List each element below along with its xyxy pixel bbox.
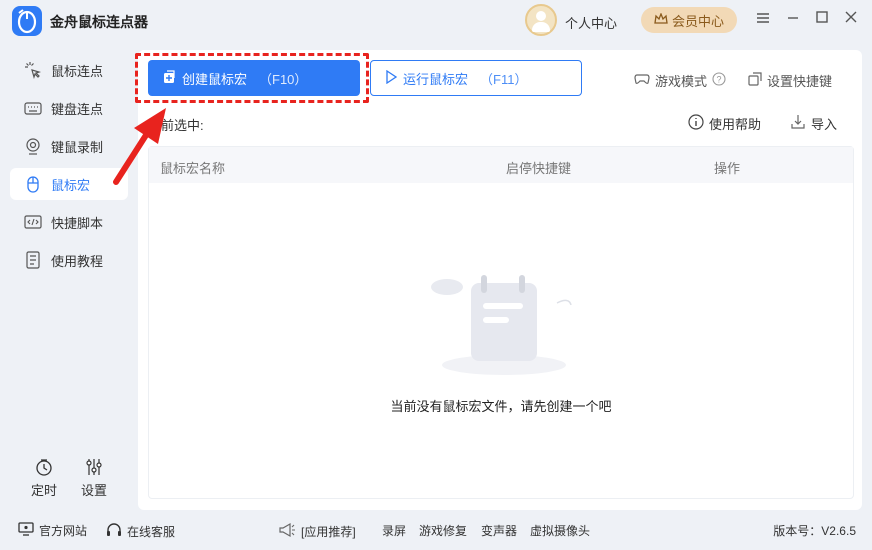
menu-icon[interactable]: [753, 10, 773, 30]
footer-link-voice-changer[interactable]: 变声器: [481, 522, 517, 539]
run-macro-hotkey: （F11）: [480, 71, 528, 87]
minimize-icon[interactable]: [783, 10, 803, 30]
footer: 官方网站 在线客服 [应用推荐] 录屏 游戏修复 变声器 虚拟摄像头 版本号：V…: [0, 510, 872, 550]
sidebar-item-label: 快捷脚本: [51, 215, 104, 231]
headset-icon: [106, 522, 122, 541]
app-logo-icon: [12, 6, 42, 36]
version-label: 版本号：V2.6.5: [773, 524, 856, 538]
red-arrow-icon: [113, 108, 166, 185]
app-recommend: [应用推荐]: [278, 522, 356, 541]
import-button[interactable]: 导入: [790, 114, 837, 133]
support-link[interactable]: 在线客服: [106, 522, 175, 541]
help-circle-icon[interactable]: ?: [712, 72, 726, 89]
settings-sliders-icon: [85, 458, 103, 476]
column-header-actions: 操作: [714, 161, 741, 176]
mouse-click-icon: [24, 61, 42, 80]
import-icon: [790, 114, 806, 133]
sidebar-item-label: 鼠标宏: [51, 177, 91, 193]
timer-button[interactable]: 定时: [24, 458, 64, 499]
footer-link-virtual-camera[interactable]: 虚拟摄像头: [530, 522, 590, 539]
megaphone-icon: [278, 522, 296, 541]
vip-center-label: 会员中心: [671, 13, 724, 29]
sidebar-item-label: 鼠标连点: [51, 63, 104, 79]
website-link[interactable]: 官方网站: [18, 522, 87, 539]
empty-state-text: 当前没有鼠标宏文件，请先创建一个吧: [390, 399, 612, 414]
timer-label: 定时: [30, 483, 57, 498]
tutorial-icon: [24, 251, 42, 269]
gamepad-icon: [634, 72, 650, 89]
sidebar-item-script[interactable]: 快捷脚本: [10, 206, 128, 238]
macro-table: 鼠标宏名称 启停快捷键 操作 当前没有鼠标宏文件，请先创建一个吧: [148, 146, 854, 499]
code-icon: [24, 213, 42, 231]
column-header-hotkey: 启停快捷键: [506, 161, 572, 176]
main-panel: 创建鼠标宏 （F10） 运行鼠标宏 （F11） 游戏模式 ? 设置快捷键 当前选…: [138, 50, 862, 510]
support-label: 在线客服: [127, 525, 176, 539]
app-title: 金舟鼠标连点器: [50, 14, 148, 30]
sidebar-item-label: 键盘连点: [51, 101, 104, 117]
set-hotkey-label: 设置快捷键: [767, 74, 833, 89]
hotkey-settings-icon: [748, 72, 762, 89]
maximize-icon[interactable]: [812, 10, 832, 30]
avatar[interactable]: [525, 4, 557, 36]
footer-link-game-repair[interactable]: 游戏修复: [419, 522, 467, 539]
settings-button[interactable]: 设置: [74, 458, 114, 499]
website-label: 官方网站: [39, 524, 88, 538]
game-mode-label: 游戏模式: [655, 74, 708, 89]
mouse-icon: [24, 175, 42, 193]
empty-clipboard-icon: [429, 267, 579, 377]
crown-icon: [654, 11, 668, 28]
clock-icon: [35, 458, 53, 476]
highlight-box: [135, 53, 369, 103]
sidebar-item-tutorial[interactable]: 使用教程: [10, 244, 128, 276]
footer-link-screen-record[interactable]: 录屏: [382, 522, 406, 539]
sidebar-item-label: 键鼠录制: [51, 139, 104, 155]
help-link[interactable]: 使用帮助: [688, 114, 761, 133]
title-bar: 金舟鼠标连点器 个人中心 会员中心: [0, 0, 872, 42]
close-icon[interactable]: [841, 10, 861, 30]
play-icon: [385, 69, 398, 87]
run-macro-label: 运行鼠标宏: [403, 71, 469, 87]
info-icon: [688, 114, 704, 133]
settings-label: 设置: [80, 483, 107, 498]
keyboard-icon: [24, 99, 42, 117]
record-icon: [24, 137, 42, 155]
monitor-icon: [18, 522, 34, 539]
sidebar-item-mouse-click[interactable]: 鼠标连点: [10, 54, 128, 86]
sidebar-item-label: 使用教程: [51, 253, 104, 269]
personal-center-link[interactable]: 个人中心: [565, 13, 617, 32]
set-hotkey-button[interactable]: 设置快捷键: [748, 71, 832, 90]
import-label: 导入: [811, 117, 838, 132]
run-macro-button[interactable]: 运行鼠标宏 （F11）: [370, 60, 582, 96]
help-label: 使用帮助: [709, 117, 762, 132]
table-header: 鼠标宏名称 启停快捷键 操作: [149, 147, 853, 183]
app-recommend-label: [应用推荐]: [301, 525, 356, 539]
svg-text:?: ?: [717, 75, 722, 85]
game-mode-toggle[interactable]: 游戏模式 ?: [634, 71, 726, 90]
vip-center-button[interactable]: 会员中心: [641, 7, 737, 33]
